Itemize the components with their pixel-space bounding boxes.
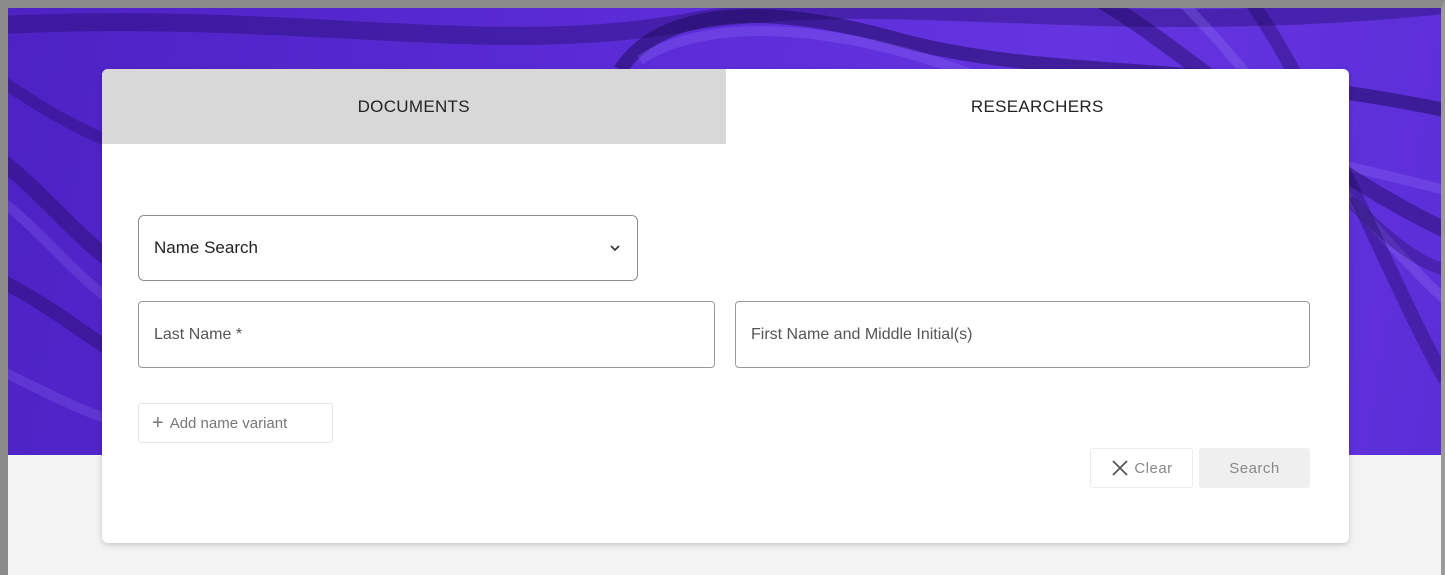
last-name-input[interactable]: [154, 302, 714, 367]
tab-bar: DOCUMENTS RESEARCHERS: [102, 69, 1349, 144]
add-name-variant-label: Add name variant: [169, 414, 288, 432]
tab-researchers[interactable]: RESEARCHERS: [725, 69, 1349, 144]
tab-documents[interactable]: DOCUMENTS: [102, 69, 726, 144]
add-name-variant-button[interactable]: + Add name variant: [138, 403, 333, 443]
clear-label: Clear: [1134, 459, 1173, 477]
last-name-field[interactable]: [138, 301, 715, 368]
first-name-field[interactable]: [735, 301, 1310, 368]
clear-button[interactable]: Clear: [1090, 448, 1193, 488]
close-icon: [1112, 460, 1128, 476]
search-button[interactable]: Search: [1199, 448, 1310, 488]
chevron-down-icon: [610, 245, 620, 252]
search-type-selected: Name Search: [154, 238, 258, 257]
search-type-dropdown[interactable]: Name Search: [138, 215, 638, 281]
search-card: DOCUMENTS RESEARCHERS Name Search + Add …: [102, 69, 1349, 543]
first-name-input[interactable]: [751, 302, 1309, 367]
plus-icon: +: [152, 412, 164, 434]
